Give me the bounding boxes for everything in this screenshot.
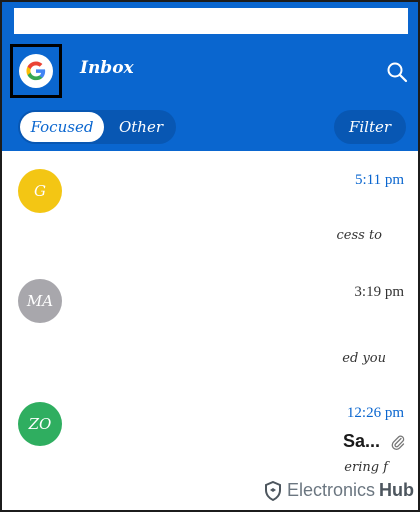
filter-button[interactable]: Filter [334,110,406,144]
app-window: Inbox Focused Other Filter G 5:11 pm ces… [0,0,420,512]
tab-other[interactable]: Other [110,110,172,144]
tab-focused[interactable]: Focused [20,112,104,142]
message-sender: Sa... [342,431,380,451]
page-title: Inbox [80,58,134,78]
message-time: 5:11 pm [354,172,404,188]
avatar: ZO [18,402,62,446]
message-snippet: ed you [342,351,386,366]
shield-icon [265,480,281,501]
inbox-header: Inbox Focused Other Filter [2,2,418,151]
avatar: G [18,169,62,213]
google-g-icon [19,54,53,88]
watermark-text: Electronics [287,480,376,500]
paperclip-icon [390,434,406,450]
message-time: 12:26 pm [346,405,404,421]
inbox-tab-switcher: Focused Other [18,110,176,144]
message-snippet: cess to [336,228,383,243]
watermark-text-bold: Hub [379,480,415,500]
message-time: 3:19 pm [354,284,404,300]
watermark-logo: Electronics Hub [264,480,414,501]
status-bar [14,8,408,34]
account-button[interactable] [10,44,62,98]
avatar-initials: MA [26,292,54,310]
avatar: MA [18,279,62,323]
avatar-initials: ZO [28,415,52,433]
avatar-initials: G [34,182,46,200]
message-snippet: ering f [344,460,388,475]
search-icon[interactable] [386,61,408,83]
